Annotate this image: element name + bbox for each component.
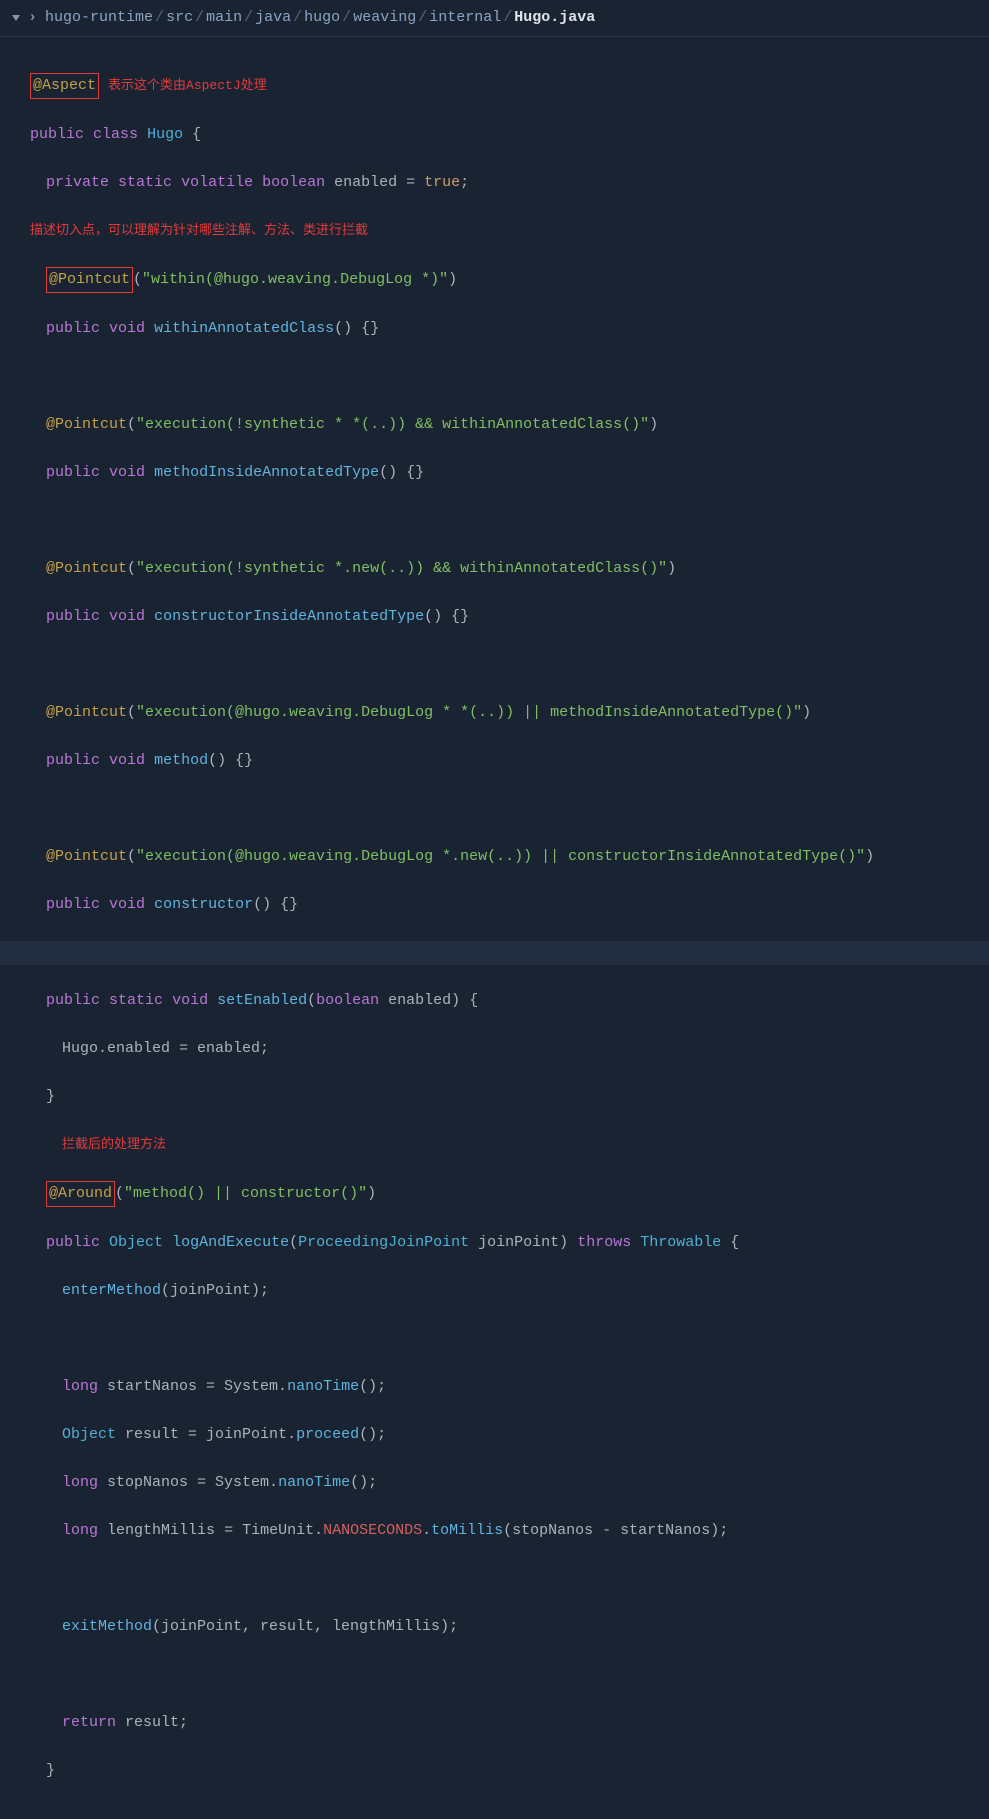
breadcrumb-item[interactable]: internal xyxy=(429,9,501,26)
caret-down-icon[interactable] xyxy=(12,15,20,21)
code-editor[interactable]: @Aspect 表示这个类由AspectJ处理 public class Hug… xyxy=(0,37,989,1819)
aspect-note: 表示这个类由AspectJ处理 xyxy=(108,78,267,93)
pointcut-highlight-box: @Pointcut xyxy=(46,267,133,293)
pointcut-note: 描述切入点，可以理解为针对哪些注解、方法、类进行拦截 xyxy=(30,223,368,238)
chevron-right-icon: › xyxy=(28,6,37,30)
breadcrumb-item[interactable]: java xyxy=(255,9,291,26)
class-name: Hugo xyxy=(147,126,183,143)
around-highlight-box: @Around xyxy=(46,1181,115,1207)
aspect-highlight-box: @Aspect xyxy=(30,73,99,99)
breadcrumb-item[interactable]: weaving xyxy=(353,9,416,26)
breadcrumb-item[interactable]: hugo xyxy=(304,9,340,26)
breadcrumb-current[interactable]: Hugo.java xyxy=(514,9,595,26)
breadcrumb-item[interactable]: main xyxy=(206,9,242,26)
highlighted-region xyxy=(0,941,989,965)
breadcrumb: › hugo-runtime/src/main/java/hugo/weavin… xyxy=(0,0,989,37)
breadcrumb-path[interactable]: hugo-runtime/src/main/java/hugo/weaving/… xyxy=(45,6,595,30)
around-note: 拦截后的处理方法 xyxy=(62,1137,166,1152)
annotation-aspect: @Aspect xyxy=(33,77,96,94)
breadcrumb-item[interactable]: src xyxy=(166,9,193,26)
breadcrumb-item[interactable]: hugo-runtime xyxy=(45,9,153,26)
